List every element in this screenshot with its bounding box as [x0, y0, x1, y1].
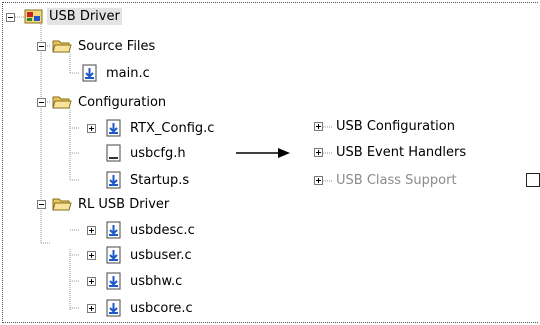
- collapse-toggle[interactable]: [6, 13, 15, 22]
- config-item-usb-configuration[interactable]: USB Configuration: [334, 118, 457, 135]
- usb-class-support-checkbox[interactable]: [526, 173, 540, 187]
- tree-file-rtx-config-c[interactable]: RTX_Config.c: [128, 120, 216, 137]
- tree-file-usbuser-c[interactable]: usbuser.c: [128, 247, 194, 264]
- source-file-icon: [106, 119, 121, 137]
- tree-file-startup-s[interactable]: Startup.s: [128, 172, 191, 189]
- expand-toggle[interactable]: [314, 122, 323, 131]
- expand-toggle[interactable]: [87, 226, 96, 235]
- expand-toggle[interactable]: [314, 148, 323, 157]
- tree-file-usbcore-c[interactable]: usbcore.c: [128, 300, 195, 317]
- config-item-usb-class-support[interactable]: USB Class Support: [334, 172, 459, 189]
- folder-open-icon: [52, 40, 72, 53]
- source-file-icon: [106, 299, 121, 317]
- source-file-icon: [106, 221, 121, 239]
- expand-toggle[interactable]: [87, 304, 96, 313]
- expand-toggle[interactable]: [87, 251, 96, 260]
- source-file-icon: [106, 246, 121, 264]
- config-item-usb-event-handlers[interactable]: USB Event Handlers: [334, 144, 468, 161]
- collapse-toggle[interactable]: [37, 200, 46, 209]
- tree-file-usbdesc-c[interactable]: usbdesc.c: [128, 222, 197, 239]
- tree-file-usbcfg-h[interactable]: usbcfg.h: [128, 145, 188, 162]
- tree-group-source-files[interactable]: Source Files: [76, 38, 157, 55]
- source-file-icon: [82, 64, 97, 82]
- source-file-icon: [106, 272, 121, 290]
- header-file-icon: [106, 144, 121, 162]
- tree-file-main-c[interactable]: main.c: [104, 65, 152, 82]
- collapse-toggle[interactable]: [37, 98, 46, 107]
- expand-toggle[interactable]: [314, 176, 323, 185]
- folder-open-icon: [52, 198, 72, 211]
- folder-open-icon: [52, 96, 72, 109]
- project-root-icon: [24, 9, 43, 24]
- tree-group-configuration[interactable]: Configuration: [76, 94, 168, 111]
- arrow-icon: [236, 148, 290, 158]
- expand-toggle[interactable]: [87, 277, 96, 286]
- collapse-toggle[interactable]: [37, 42, 46, 51]
- tree-group-rl-usb-driver[interactable]: RL USB Driver: [76, 196, 171, 213]
- expand-toggle[interactable]: [87, 124, 96, 133]
- source-file-icon: [106, 171, 121, 189]
- tree-file-usbhw-c[interactable]: usbhw.c: [128, 273, 184, 290]
- tree-root-label[interactable]: USB Driver: [47, 8, 122, 25]
